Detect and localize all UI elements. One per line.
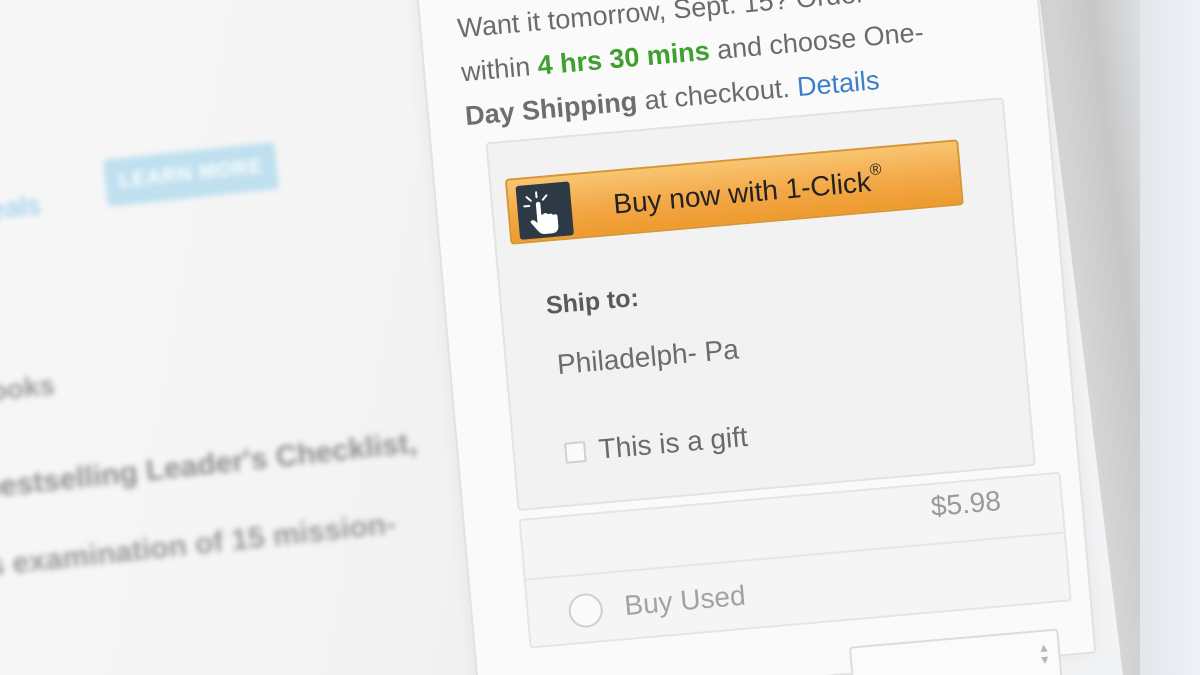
select-arrows-icon: ▲ ▼ [1037,640,1052,668]
delivery-countdown: 4 hrs 30 mins [536,35,711,81]
delivery-day-shipping: Day Shipping [463,86,639,132]
description-line-1: bestselling Leader's Checklist, [0,426,419,505]
gift-option[interactable]: This is a gift [564,421,749,471]
gift-label[interactable]: This is a gift [597,421,749,466]
deals-link[interactable]: deals [0,189,42,228]
hand-pointer-icon [515,181,574,240]
buy-used-label[interactable]: Buy Used [623,580,747,622]
used-price: $5.98 [929,485,1003,523]
ship-to-address-select[interactable]: Philadelph- Pa [556,333,740,381]
delivery-choose: and choose One- [715,16,925,65]
ship-to-label: Ship to: [544,283,640,320]
description-line-2: s examination of 15 mission- [0,507,398,583]
buy-box-panel: Want it tomorrow, Sept. 15? Order within… [416,0,1097,675]
delivery-at-checkout: at checkout. [643,72,791,116]
registered-mark: ® [869,161,883,180]
details-link[interactable]: Details [796,65,881,102]
delivery-within: within [460,51,532,88]
delivery-order-word: Order [795,0,866,14]
used-divider [525,531,1064,581]
buy-now-label: Buy now with 1-Click® [612,161,884,220]
learn-more-button[interactable]: LEARN MORE [103,141,280,207]
page-edge-highlight [1140,0,1200,675]
buy-used-radio[interactable] [567,592,605,629]
buy-now-one-click-button[interactable]: Buy now with 1-Click® [504,139,964,245]
buy-now-text: Buy now with 1-Click [612,166,873,220]
one-click-panel: Buy now with 1-Click® Ship to: Philadelp… [485,97,1036,512]
buy-box: Want it tomorrow, Sept. 15? Order within… [416,0,1115,675]
quantity-select[interactable]: ▲ ▼ [848,628,1063,675]
books-heading: ooks [0,369,57,407]
gift-checkbox[interactable] [564,440,587,464]
